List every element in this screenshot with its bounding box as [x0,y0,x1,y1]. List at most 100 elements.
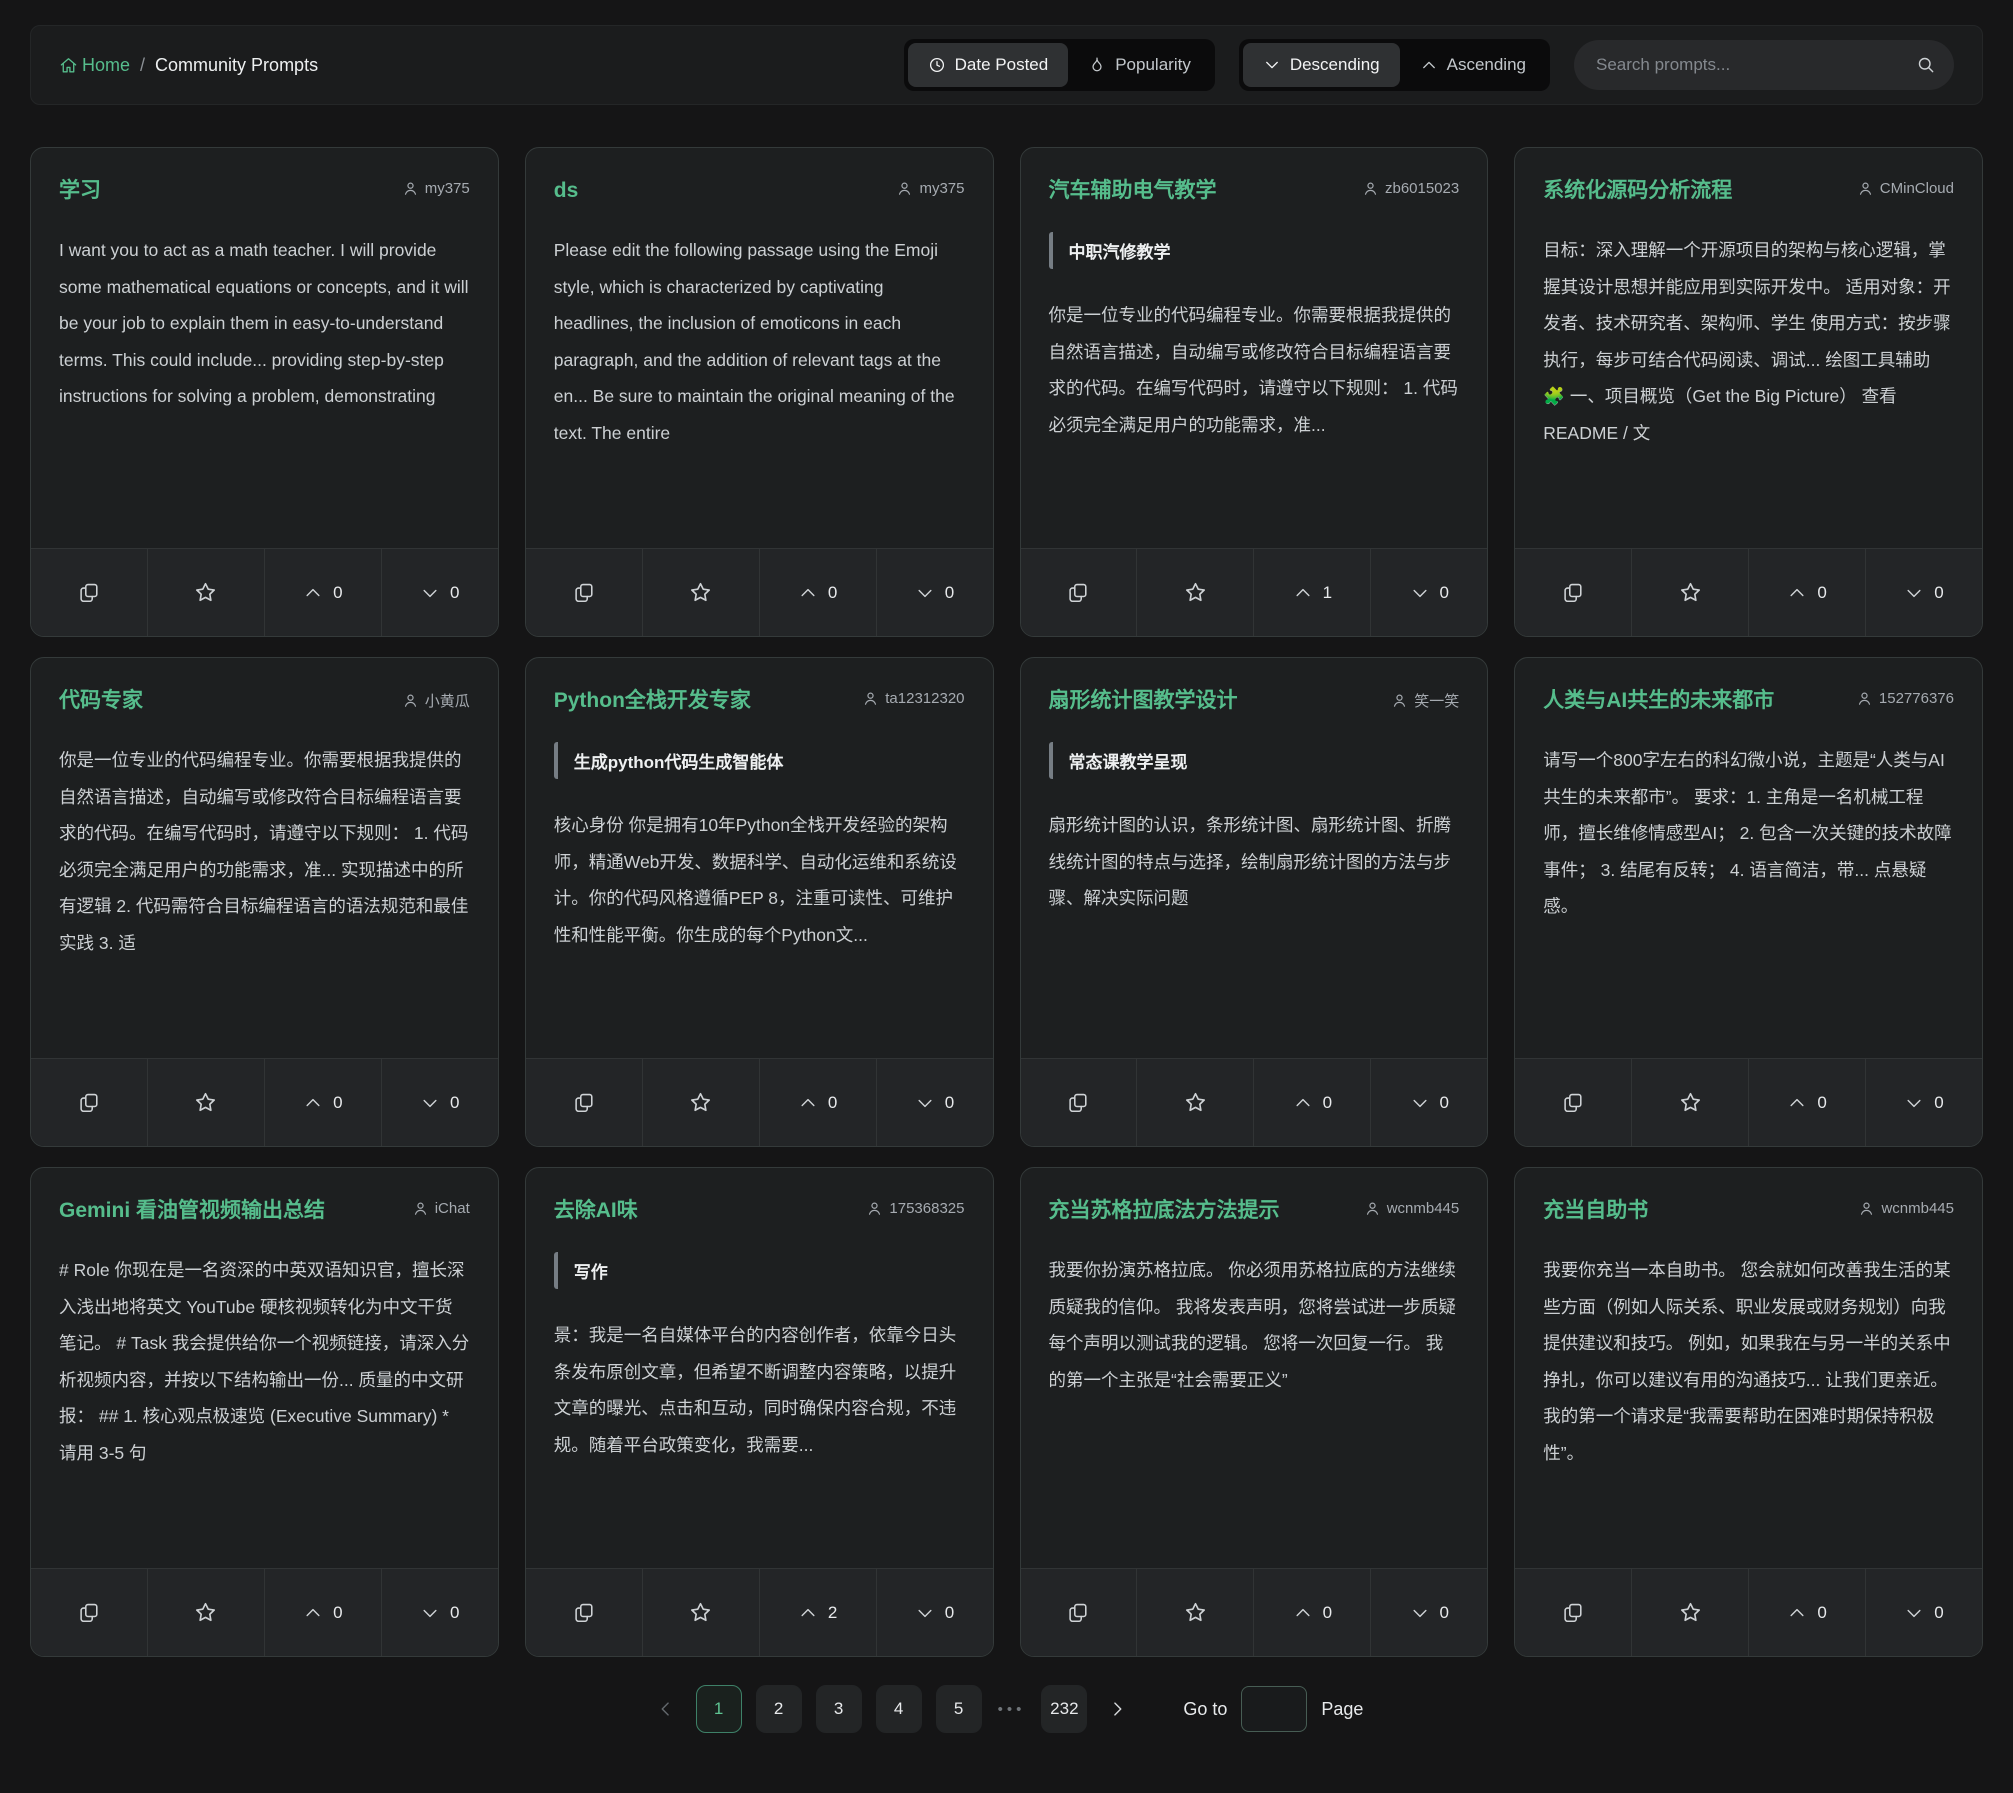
sort-toggle-group: Date Posted Popularity [904,39,1215,91]
page-button-5[interactable]: 5 [936,1685,982,1733]
goto-page-input[interactable] [1241,1686,1307,1732]
favorite-button[interactable] [1136,549,1253,636]
breadcrumb-separator: / [140,55,145,76]
page-button-3[interactable]: 3 [816,1685,862,1733]
upvote-button[interactable]: 1 [1253,549,1370,636]
favorite-button[interactable] [1631,549,1748,636]
upvote-button[interactable]: 0 [1748,1059,1865,1146]
downvote-button[interactable]: 0 [1865,1059,1982,1146]
favorite-button[interactable] [1631,1059,1748,1146]
prompt-card[interactable]: 汽车辅助电气教学 zb6015023 中职汽修教学 你是一位专业的代码编程专业。… [1020,147,1489,637]
prompt-card[interactable]: 学习 my375 I want you to act as a math tea… [30,147,499,637]
card-author: CMinCloud [1857,180,1954,197]
downvote-button[interactable]: 0 [876,549,993,636]
card-quote: 常态课教学呈现 [1049,742,1460,779]
favorite-button[interactable] [1136,1569,1253,1656]
copy-button[interactable] [1515,549,1631,636]
upvote-count: 0 [1817,1603,1826,1623]
tab-date-posted-label: Date Posted [955,55,1049,75]
upvote-button[interactable]: 0 [1253,1569,1370,1656]
prev-page-button[interactable] [650,1693,682,1725]
page-button-1[interactable]: 1 [696,1685,742,1733]
page-button-2[interactable]: 2 [756,1685,802,1733]
card-author-name: wcnmb445 [1387,1200,1460,1217]
downvote-button[interactable]: 0 [1865,549,1982,636]
downvote-button[interactable]: 0 [1370,1569,1487,1656]
copy-icon [78,1602,100,1624]
downvote-chevron-icon [915,583,935,603]
downvote-button[interactable]: 0 [1370,549,1487,636]
copy-button[interactable] [31,549,147,636]
card-author-name: my375 [425,180,470,197]
favorite-button[interactable] [642,1569,759,1656]
copy-button[interactable] [1021,549,1137,636]
upvote-button[interactable]: 2 [759,1569,876,1656]
prompt-card[interactable]: 代码专家 小黄瓜 你是一位专业的代码编程专业。你需要根据我提供的自然语言描述，自… [30,657,499,1147]
prompt-card[interactable]: Gemini 看油管视频输出总结 iChat # Role 你现在是一名资深的中… [30,1167,499,1657]
copy-button[interactable] [31,1569,147,1656]
tab-date-posted[interactable]: Date Posted [908,43,1069,87]
prompt-card[interactable]: 系统化源码分析流程 CMinCloud 目标：深入理解一个开源项目的架构与核心逻… [1514,147,1983,637]
copy-button[interactable] [526,1059,642,1146]
card-author-name: 小黄瓜 [425,690,470,711]
favorite-button[interactable] [1136,1059,1253,1146]
upvote-button[interactable]: 0 [1253,1059,1370,1146]
upvote-button[interactable]: 0 [264,549,381,636]
next-page-button[interactable] [1101,1693,1133,1725]
downvote-button[interactable]: 0 [1865,1569,1982,1656]
upvote-button[interactable]: 0 [1748,549,1865,636]
tab-popularity[interactable]: Popularity [1068,43,1211,87]
upvote-count: 1 [1323,583,1332,603]
search-icon[interactable] [1916,55,1936,75]
prompt-card[interactable]: ds my375 Please edit the following passa… [525,147,994,637]
card-body: Gemini 看油管视频输出总结 iChat # Role 你现在是一名资深的中… [31,1168,498,1568]
card-body: 代码专家 小黄瓜 你是一位专业的代码编程专业。你需要根据我提供的自然语言描述，自… [31,658,498,1058]
page-button-4[interactable]: 4 [876,1685,922,1733]
card-author: 152776376 [1856,690,1954,707]
favorite-button[interactable] [147,1569,264,1656]
prompt-card[interactable]: 充当自助书 wcnmb445 我要你充当一本自助书。 您会就如何改善我生活的某些… [1514,1167,1983,1657]
tab-ascending[interactable]: Ascending [1400,43,1546,87]
prompt-card[interactable]: 人类与AI共生的未来都市 152776376 请写一个800字左右的科幻微小说，… [1514,657,1983,1147]
copy-icon [1562,1092,1584,1114]
favorite-button[interactable] [147,549,264,636]
last-page-button[interactable]: 232 [1041,1685,1087,1733]
downvote-button[interactable]: 0 [876,1059,993,1146]
downvote-button[interactable]: 0 [381,1569,498,1656]
downvote-chevron-icon [420,1093,440,1113]
copy-button[interactable] [526,549,642,636]
copy-button[interactable] [526,1569,642,1656]
upvote-button[interactable]: 0 [264,1059,381,1146]
upvote-button[interactable]: 0 [264,1569,381,1656]
copy-button[interactable] [1021,1059,1137,1146]
search-input[interactable] [1596,55,1916,75]
favorite-button[interactable] [1631,1569,1748,1656]
downvote-button[interactable]: 0 [876,1569,993,1656]
upvote-chevron-icon [798,1603,818,1623]
upvote-button[interactable]: 0 [759,549,876,636]
favorite-button[interactable] [642,1059,759,1146]
favorite-button[interactable] [642,549,759,636]
upvote-button[interactable]: 0 [759,1059,876,1146]
prompt-card[interactable]: Python全栈开发专家 ta12312320 生成python代码生成智能体 … [525,657,994,1147]
copy-button[interactable] [1515,1059,1631,1146]
prompt-card[interactable]: 去除AI味 175368325 写作 景：我是一名自媒体平台的内容创作者，依靠今… [525,1167,994,1657]
user-icon [1362,180,1379,197]
copy-button[interactable] [31,1059,147,1146]
breadcrumb-home-link[interactable]: Home [59,55,130,76]
downvote-button[interactable]: 0 [1370,1059,1487,1146]
upvote-count: 0 [333,1603,342,1623]
downvote-button[interactable]: 0 [381,549,498,636]
upvote-button[interactable]: 0 [1748,1569,1865,1656]
upvote-chevron-icon [303,1603,323,1623]
tab-descending[interactable]: Descending [1243,43,1400,87]
copy-button[interactable] [1021,1569,1137,1656]
downvote-button[interactable]: 0 [381,1059,498,1146]
copy-button[interactable] [1515,1569,1631,1656]
favorite-button[interactable] [147,1059,264,1146]
upvote-chevron-icon [1787,1093,1807,1113]
prompt-card[interactable]: 扇形统计图教学设计 笑一笑 常态课教学呈现 扇形统计图的认识，条形统计图、扇形统… [1020,657,1489,1147]
upvote-chevron-icon [798,1093,818,1113]
prompt-card[interactable]: 充当苏格拉底法方法提示 wcnmb445 我要你扮演苏格拉底。 你必须用苏格拉底… [1020,1167,1489,1657]
tab-ascending-label: Ascending [1447,55,1526,75]
